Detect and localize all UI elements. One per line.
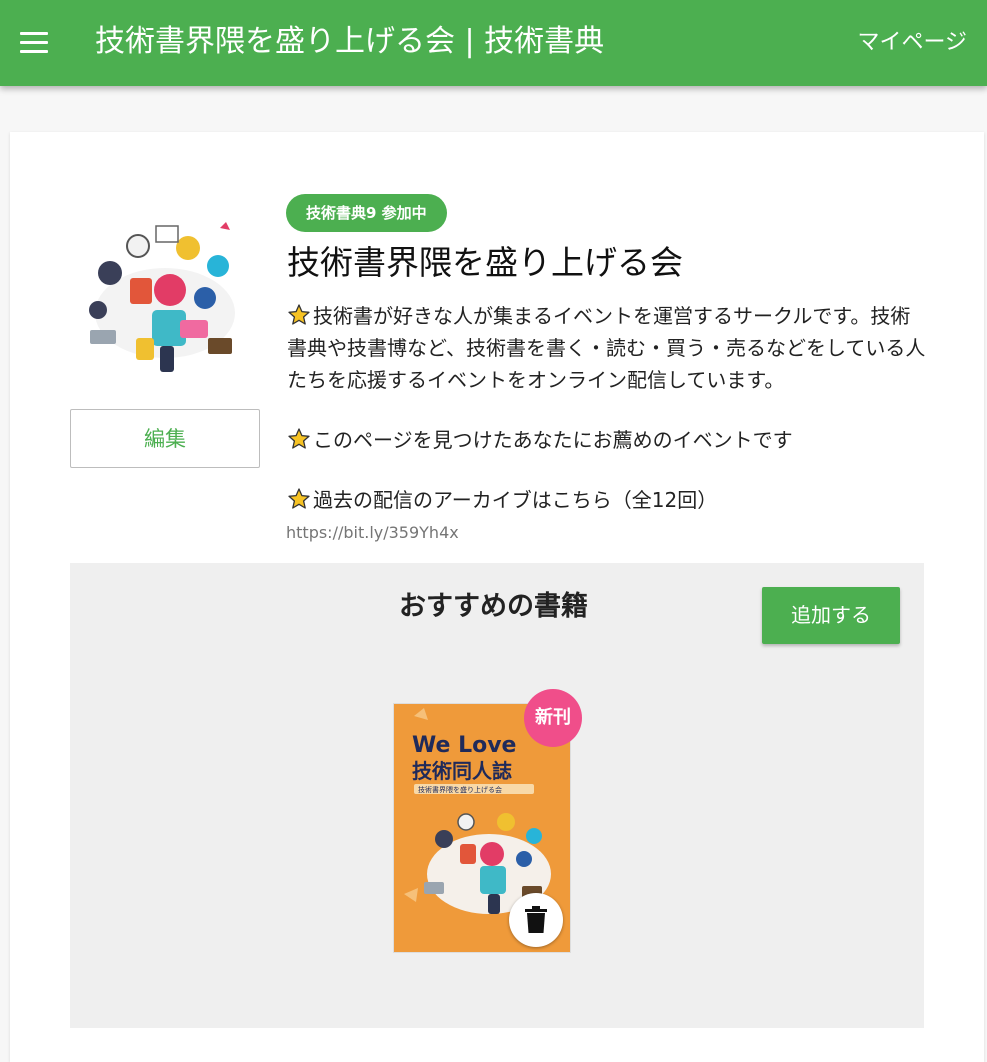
svg-text:We Love: We Love xyxy=(412,733,516,758)
star-icon xyxy=(288,488,310,509)
circle-name: 技術書界隈を盛り上げる会 xyxy=(287,243,683,282)
description-paragraph: 技術書が好きな人が集まるイベントを運営するサークルです。技術書典や技書博など、技… xyxy=(287,304,926,392)
star-icon xyxy=(288,304,310,325)
star-icon xyxy=(288,428,310,449)
edit-button[interactable]: 編集 xyxy=(70,409,260,468)
trash-icon xyxy=(525,906,547,933)
svg-text:技術書界隈を盛り上げる会: 技術書界隈を盛り上げる会 xyxy=(418,785,502,794)
description-paragraph: このページを見つけたあなたにお薦めのイベントです xyxy=(287,424,927,456)
circle-description: 技術書が好きな人が集まるイベントを運営するサークルです。技術書典や技書博など、技… xyxy=(287,300,927,516)
page-title: 技術書界隈を盛り上げる会 | 技術書典 xyxy=(95,24,605,59)
archive-link[interactable]: https://bit.ly/359Yh4x xyxy=(286,522,459,544)
mypage-link[interactable]: マイページ xyxy=(857,28,967,58)
menu-icon[interactable] xyxy=(20,32,48,54)
app-bar: 技術書界隈を盛り上げる会 | 技術書典 マイページ xyxy=(0,0,987,86)
circle-avatar xyxy=(70,218,250,388)
svg-text:技術同人誌: 技術同人誌 xyxy=(412,759,512,783)
new-release-badge: 新刊 xyxy=(524,689,582,747)
description-paragraph: 過去の配信のアーカイブはこちら（全12回） xyxy=(287,484,927,516)
add-book-button[interactable]: 追加する xyxy=(762,587,900,644)
participation-badge: 技術書典9 参加中 xyxy=(286,194,447,232)
delete-book-button[interactable] xyxy=(509,893,563,947)
